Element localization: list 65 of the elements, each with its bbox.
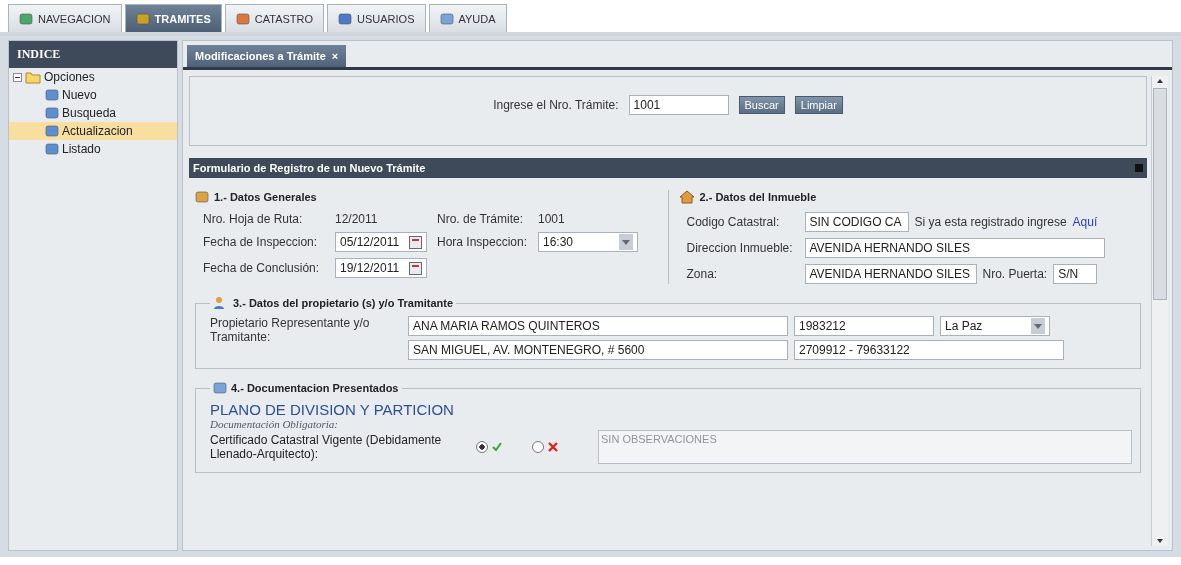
scrollbar-thumb[interactable]: [1153, 88, 1167, 300]
nav-tab[interactable]: CATASTRO: [224, 4, 325, 32]
reject-radio[interactable]: [532, 441, 544, 453]
nav-tab[interactable]: USUARIOS: [327, 4, 426, 32]
input-field[interactable]: 1983212: [794, 316, 934, 336]
tree-item[interactable]: Listado: [9, 140, 177, 158]
link[interactable]: Aquí: [1072, 215, 1098, 229]
input-field[interactable]: 2709912 - 79633122: [794, 340, 1064, 360]
tree-item[interactable]: Actualizacion: [9, 122, 177, 140]
cross-icon: [548, 442, 558, 452]
input-field[interactable]: AVENIDA HERNANDO SILES: [804, 238, 1105, 258]
close-button[interactable]: ×: [331, 50, 339, 62]
action-button[interactable]: Buscar: [738, 96, 785, 114]
field-label: Fecha de Conclusión:: [203, 261, 321, 275]
section-title: 4.- Documentacion Presentados: [231, 382, 399, 394]
search-label: Ingrese el Nro. Trámite:: [493, 98, 619, 112]
observations-field[interactable]: SIN OBSERVACIONES: [598, 430, 1132, 464]
square-icon: [1135, 164, 1143, 172]
section-title: 3.- Datos del propietario (s) y/o Tramitante: [233, 297, 454, 309]
nav-tab[interactable]: TRAMITES: [124, 4, 222, 32]
date-field[interactable]: 19/12/2011: [335, 258, 427, 278]
input-field[interactable]: ANA MARIA RAMOS QUINTEROS: [408, 316, 788, 336]
section-title: 1.- Datos Generales: [214, 191, 317, 203]
field-label: Direccion Inmueble:: [686, 241, 794, 255]
check-icon: [492, 442, 502, 452]
house-icon: [678, 190, 695, 204]
dropdown-icon[interactable]: [1031, 318, 1045, 334]
field-label: Hora Inspeccion:: [437, 235, 529, 249]
input-field[interactable]: 1001: [628, 95, 729, 115]
field-label: Propietario Representante y/o Tramitante:: [210, 316, 371, 346]
input-field[interactable]: S/N: [1053, 264, 1098, 284]
field-label: Nro. Hoja de Ruta:: [203, 212, 304, 226]
dropdown-field[interactable]: 16:30: [538, 232, 638, 252]
nav-tab[interactable]: AYUDA: [428, 4, 507, 32]
field-label: Nro. Puerta:: [982, 267, 1048, 281]
dropdown-icon[interactable]: [619, 234, 633, 250]
hint-text: Si ya esta registrado ingrese: [914, 215, 1067, 229]
tree-item[interactable]: Opciones: [9, 68, 177, 86]
field-label: Fecha de Inspeccion:: [203, 235, 319, 249]
form-title: Formulario de Registro de un Nuevo Trámite: [193, 162, 426, 174]
document-tab[interactable]: Modificaciones a Trámite ×: [187, 45, 347, 67]
tree-item[interactable]: Busqueda: [9, 104, 177, 122]
input-field[interactable]: AVENIDA HERNANDO SILES: [804, 264, 977, 284]
field-label: Nro. de Trámite:: [437, 212, 525, 226]
input-field[interactable]: SIN CODIGO CA: [804, 212, 909, 232]
date-field[interactable]: 05/12/2011: [335, 232, 427, 252]
scrollbar[interactable]: [1151, 76, 1168, 546]
tree-item[interactable]: Nuevo: [9, 86, 177, 104]
field-value: 1001: [538, 212, 566, 226]
field-label: Codigo Catastral:: [686, 215, 781, 229]
input-field[interactable]: SAN MIGUEL, AV. MONTENEGRO, # 5600: [408, 340, 788, 360]
dropdown-field[interactable]: La Paz: [940, 316, 1050, 336]
document-heading: PLANO DE DIVISION Y PARTICION: [210, 401, 455, 418]
section-title: 2.- Datos del Inmueble: [699, 191, 817, 203]
collapse-icon[interactable]: [13, 72, 22, 82]
field-label: Zona:: [686, 267, 719, 281]
action-button[interactable]: Limpiar: [794, 96, 843, 114]
subheading: Documentación Obligatoria:: [210, 418, 339, 430]
document-label: Certificado Catastral Vigente (Debidamente Llenado-Arquitecto):: [210, 433, 443, 461]
calendar-icon[interactable]: [409, 261, 422, 275]
nav-tab[interactable]: NAVEGACION: [8, 4, 122, 32]
calendar-icon[interactable]: [409, 235, 422, 249]
accept-radio[interactable]: [476, 441, 488, 453]
sidebar-title: INDICE: [9, 41, 177, 68]
field-value: 12/2011: [335, 212, 379, 226]
